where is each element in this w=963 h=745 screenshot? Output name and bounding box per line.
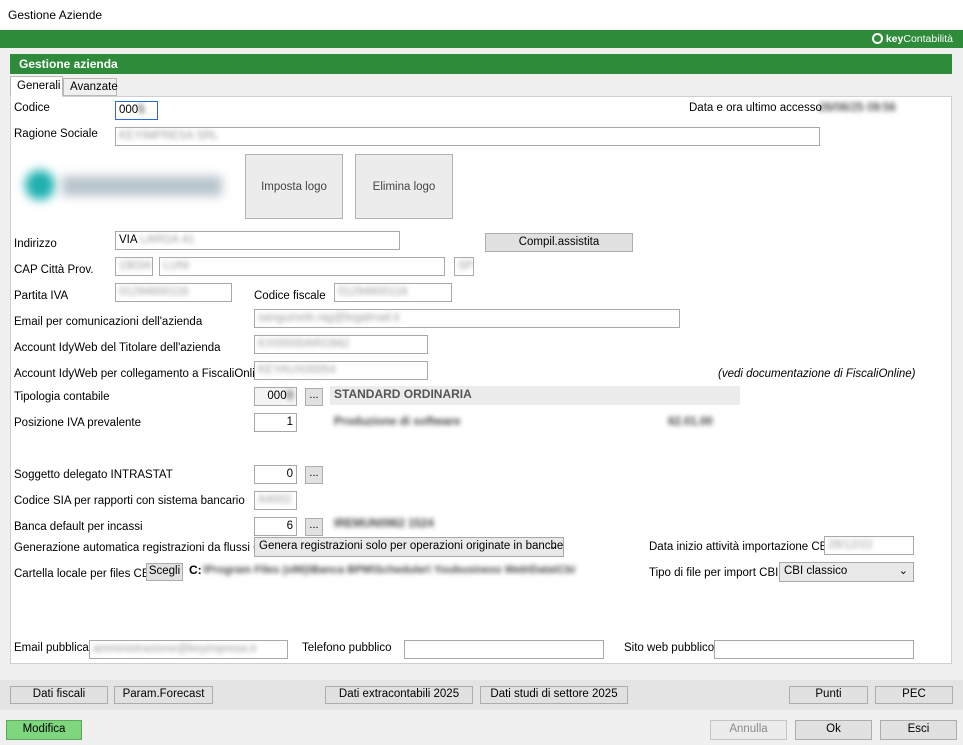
scegli-cartella-button[interactable]: Scegli: [146, 563, 183, 581]
codice-input[interactable]: 0005: [115, 101, 158, 120]
email-comunicazioni-label: Email per comunicazioni dell'azienda: [14, 316, 203, 328]
intrastat-lookup-button[interactable]: ...: [305, 466, 323, 484]
esci-button[interactable]: Esci: [880, 720, 957, 740]
pec-button[interactable]: PEC: [875, 686, 953, 704]
ragione-sociale-input[interactable]: KEYIMPRESA SRL: [115, 127, 820, 146]
dati-extracontabili-button[interactable]: Dati extracontabili 2025: [325, 686, 473, 704]
tipologia-lookup-button[interactable]: ...: [305, 388, 323, 406]
cap-input[interactable]: 19034: [115, 257, 153, 276]
email-pubblica-input[interactable]: amministrazione@keyimpresa.it: [89, 640, 288, 659]
posizione-iva-code: 62.01.00: [668, 416, 713, 428]
tipologia-description: STANDARD ORDINARIA: [334, 387, 472, 401]
account-titolare-label: Account IdyWeb del Titolare dell'azienda: [14, 342, 221, 354]
elimina-logo-button[interactable]: Elimina logo: [355, 154, 453, 219]
banca-description: IREMUN0962 1524: [334, 518, 434, 530]
compilazione-assistita-button[interactable]: Compil.assistita: [485, 233, 633, 252]
provincia-input[interactable]: SP: [454, 257, 474, 276]
key-logo-icon: [871, 33, 883, 44]
posizione-iva-label: Posizione IVA prevalente: [14, 417, 142, 429]
email-comunicazioni-input[interactable]: sanguinetti.rag@legalmail.it: [254, 309, 680, 328]
telefono-pubblico-input[interactable]: [404, 640, 604, 659]
dati-studi-settore-button[interactable]: Dati studi di settore 2025: [480, 686, 628, 704]
intrastat-label: Soggetto delegato INTRASTAT: [14, 469, 173, 481]
ultimo-accesso-value: 26/06/25 09:56: [819, 102, 896, 114]
window-title: Gestione Aziende: [8, 8, 103, 22]
sito-web-label: Sito web pubblico: [624, 642, 715, 654]
generazione-cbi-select[interactable]: Genera registrazioni solo per operazioni…: [254, 537, 564, 557]
posizione-iva-input[interactable]: 1: [254, 413, 297, 432]
company-logo-image: [25, 170, 55, 200]
account-fiscalionline-label: Account IdyWeb per collegamento a Fiscal…: [14, 368, 268, 380]
chevron-down-icon: ⌄: [898, 565, 908, 577]
tipo-file-cbi-select[interactable]: CBI classico ⌄: [779, 562, 914, 582]
chevron-down-icon: ⌄: [548, 540, 558, 552]
company-logo-text: [62, 176, 222, 196]
indirizzo-input[interactable]: VIA LARGA 41: [115, 231, 400, 250]
indirizzo-label: Indirizzo: [14, 238, 57, 250]
punti-button[interactable]: Punti: [789, 686, 868, 704]
ok-button[interactable]: Ok: [795, 720, 872, 740]
cartella-cbi-label: Cartella locale per files CBI: [14, 568, 153, 580]
codice-sia-label: Codice SIA per rapporti con sistema banc…: [14, 495, 245, 507]
codice-fiscale-input[interactable]: 01294600116: [334, 283, 452, 302]
partita-iva-label: Partita IVA: [14, 290, 69, 302]
telefono-pubblico-label: Telefono pubblico: [302, 642, 392, 654]
ragione-sociale-label: Ragione Sociale: [14, 128, 98, 140]
imposta-logo-button[interactable]: Imposta logo: [245, 154, 343, 219]
cartella-cbi-drive: C:: [189, 563, 202, 577]
tab-generali[interactable]: Generali: [10, 76, 63, 97]
dati-fiscali-button[interactable]: Dati fiscali: [10, 686, 108, 704]
generazione-cbi-label: Generazione automatica registrazioni da …: [14, 542, 273, 554]
intrastat-input[interactable]: 0: [254, 465, 297, 484]
posizione-iva-description: Produzione di software: [334, 416, 461, 428]
cartella-cbi-path: \Program Files (x86)\Banca BPM\Scheduler…: [203, 564, 576, 576]
citta-input[interactable]: LUNI: [159, 257, 445, 276]
data-inizio-cbi-label: Data inizio attività importazione CBI: [649, 541, 831, 553]
data-inizio-cbi-input[interactable]: 28/12/22: [824, 536, 914, 555]
brand-logo: keyContabilità: [871, 33, 953, 45]
account-fiscalionline-input[interactable]: KEYAUX00054: [254, 361, 428, 380]
annulla-button[interactable]: Annulla: [710, 720, 787, 740]
tipologia-contabile-input[interactable]: 0000: [254, 387, 297, 406]
param-forecast-button[interactable]: Param.Forecast: [114, 686, 213, 704]
partita-iva-input[interactable]: 01294600116: [115, 283, 232, 302]
tab-avanzate[interactable]: Avanzate: [63, 78, 118, 96]
brand-bar: [0, 30, 963, 48]
banca-lookup-button[interactable]: ...: [305, 518, 323, 536]
sito-web-input[interactable]: [714, 640, 914, 659]
ultimo-accesso-label: Data e ora ultimo accesso: [689, 102, 822, 114]
title-bar: Gestione Aziende: [0, 0, 963, 30]
banca-default-input[interactable]: 6: [254, 517, 297, 536]
codice-sia-input[interactable]: A4002: [254, 491, 297, 510]
banca-default-label: Banca default per incassi: [14, 521, 143, 533]
panel-title: Gestione azienda: [10, 54, 952, 74]
tipologia-contabile-label: Tipologia contabile: [14, 391, 110, 403]
modifica-button[interactable]: Modifica: [6, 720, 82, 740]
vedi-documentazione-note: (vedi documentazione di FiscaliOnline): [718, 368, 916, 380]
codice-fiscale-label: Codice fiscale: [254, 290, 326, 302]
account-titolare-input[interactable]: KX00000ARG942: [254, 335, 428, 354]
tipo-file-cbi-label: Tipo di file per import CBI: [649, 567, 779, 579]
codice-label: Codice: [14, 102, 50, 114]
email-pubblica-label: Email pubblica: [14, 642, 89, 654]
cap-citta-label: CAP Città Prov.: [14, 264, 94, 276]
